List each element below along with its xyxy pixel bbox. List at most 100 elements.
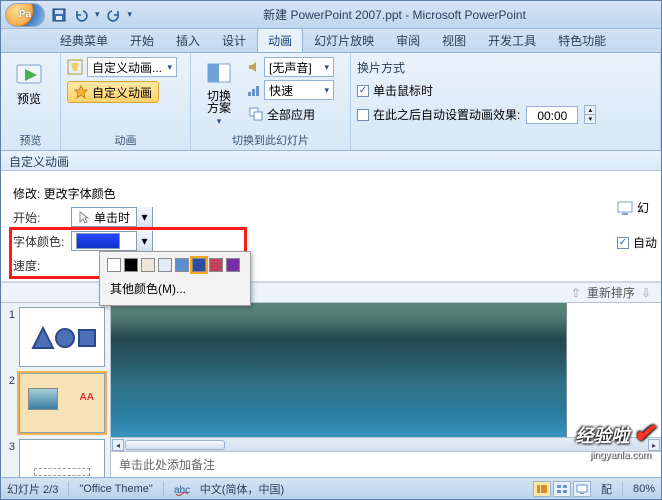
apply-all-icon xyxy=(249,107,263,121)
slideshow-icon xyxy=(617,201,633,215)
chevron-down-icon: ▾ xyxy=(167,62,172,73)
anim-settings-panel: 修改: 更改字体颜色 开始: 单击时 ▾ 字体颜色: xyxy=(1,171,661,282)
scroll-thumb[interactable] xyxy=(125,440,225,450)
thumbnail-3[interactable]: 3 xyxy=(5,439,106,477)
more-colors-label: 其他颜色(M)... xyxy=(110,282,186,296)
on-click-checkbox[interactable]: ✓ 单击鼠标时 xyxy=(357,82,433,99)
advance-heading: 换片方式 xyxy=(357,59,405,76)
tab-home[interactable]: 开始 xyxy=(119,28,165,52)
custom-anim-combo-text: 自定义动画... xyxy=(92,59,162,76)
anim-icon xyxy=(67,59,83,75)
horizontal-scrollbar[interactable]: ◂ ▸ xyxy=(111,437,661,451)
color-swatch-darkblue[interactable] xyxy=(192,258,206,272)
modify-label: 修改: 更改字体颜色 xyxy=(13,185,116,202)
tab-slideshow[interactable]: 幻灯片放映 xyxy=(303,28,385,52)
color-swatch-lightblue[interactable] xyxy=(158,258,172,272)
more-colors-item[interactable]: 其他颜色(M)... xyxy=(104,276,246,301)
notes-pane[interactable]: 单击此处添加备注 xyxy=(111,451,661,477)
speed-label: 速度: xyxy=(13,257,65,274)
chevron-down-icon: ▾ xyxy=(324,62,329,73)
transition-label: 切换 方案 xyxy=(207,90,231,114)
slideshow-label: 幻 xyxy=(637,199,649,216)
after-label: 在此之后自动设置动画效果: xyxy=(373,106,520,123)
apply-all-label: 全部应用 xyxy=(267,106,315,123)
custom-anim-pane-header: 自定义动画 xyxy=(1,151,661,171)
preview-button[interactable]: 预览 xyxy=(7,57,51,110)
chevron-down-icon: ▾ xyxy=(217,116,222,127)
save-icon[interactable] xyxy=(51,7,67,23)
notes-placeholder: 单击此处添加备注 xyxy=(119,458,215,472)
slide-image xyxy=(111,303,567,437)
tab-insert[interactable]: 插入 xyxy=(165,28,211,52)
start-value: 单击时 xyxy=(94,209,130,226)
speed-combo[interactable]: 快速 ▾ xyxy=(264,80,334,100)
slideshow-view-button[interactable] xyxy=(573,481,591,497)
slide-thumbnails: 1 2 AA xyxy=(1,303,111,477)
theme-name: "Office Theme" xyxy=(79,483,152,495)
start-dropdown[interactable]: 单击时 ▾ xyxy=(71,207,153,227)
color-swatch-white[interactable] xyxy=(107,258,121,272)
start-label: 开始: xyxy=(13,209,65,226)
spellcheck-icon[interactable]: abc xyxy=(174,482,190,496)
spin-up-icon[interactable]: ▴ xyxy=(584,105,596,115)
tab-review[interactable]: 审阅 xyxy=(385,28,431,52)
window-title: 新建 PowerPoint 2007.ppt - Microsoft Power… xyxy=(132,6,657,23)
mouse-icon xyxy=(78,210,90,224)
color-swatch-purple[interactable] xyxy=(226,258,240,272)
zoom-level[interactable]: 80% xyxy=(633,483,655,495)
speed-value: 快速 xyxy=(269,82,293,99)
tab-animations[interactable]: 动画 xyxy=(257,28,303,52)
font-color-label: 字体颜色: xyxy=(13,233,65,250)
tab-features[interactable]: 特色功能 xyxy=(547,28,617,52)
sound-icon xyxy=(247,60,261,74)
custom-anim-combo[interactable]: 自定义动画... ▾ xyxy=(87,57,177,77)
arrow-up-icon[interactable]: ⇧ xyxy=(571,286,581,300)
font-color-dropdown[interactable]: ▾ xyxy=(71,231,153,251)
group-preview: 预览 xyxy=(7,131,54,150)
color-swatch-red[interactable] xyxy=(209,258,223,272)
undo-more-icon[interactable]: ▾ xyxy=(95,9,100,20)
thumbnail-1[interactable]: 1 xyxy=(5,307,106,367)
star-icon xyxy=(74,85,88,99)
transition-scheme-button[interactable]: 切换 方案 ▾ xyxy=(197,57,241,130)
sound-value: [无声音] xyxy=(269,59,312,76)
chevron-down-icon[interactable]: ▾ xyxy=(136,231,152,251)
group-transition: 切换到此幻灯片 xyxy=(197,131,344,150)
scroll-left-icon[interactable]: ◂ xyxy=(112,439,124,451)
tab-design[interactable]: 设计 xyxy=(211,28,257,52)
undo-icon[interactable] xyxy=(73,7,89,23)
slide-indicator: 幻灯片 2/3 xyxy=(7,481,58,497)
apply-all-button[interactable]: 全部应用 xyxy=(247,103,334,125)
scroll-right-icon[interactable]: ▸ xyxy=(648,439,660,451)
time-input[interactable]: 00:00 xyxy=(526,106,578,124)
ribbon: 预览 预览 自定义动画... ▾ xyxy=(1,53,661,151)
slideshow-button[interactable]: 幻 xyxy=(617,199,649,216)
tab-classic[interactable]: 经典菜单 xyxy=(49,28,119,52)
chevron-down-icon[interactable]: ▾ xyxy=(136,207,152,227)
group-anim: 动画 xyxy=(67,131,184,150)
color-swatch-blue[interactable] xyxy=(175,258,189,272)
thumbnail-2[interactable]: 2 AA xyxy=(5,373,106,433)
autoplay-checkbox[interactable]: ✓ 自动 xyxy=(617,234,657,251)
sound-combo[interactable]: [无声音] ▾ xyxy=(264,57,334,77)
custom-anim-label: 自定义动画 xyxy=(92,84,152,101)
tab-view[interactable]: 视图 xyxy=(431,28,477,52)
arrow-down-icon[interactable]: ⇩ xyxy=(641,286,651,300)
slide-canvas[interactable] xyxy=(111,303,661,437)
spin-down-icon[interactable]: ▾ xyxy=(584,115,596,124)
color-swatch-tan[interactable] xyxy=(141,258,155,272)
status-bar: 幻灯片 2/3 "Office Theme" abc 中文(简体，中国) 配 8… xyxy=(1,477,661,499)
tab-developer[interactable]: 开发工具 xyxy=(477,28,547,52)
color-swatch-black[interactable] xyxy=(124,258,138,272)
chevron-down-icon: ▾ xyxy=(324,85,329,96)
sorter-view-button[interactable] xyxy=(553,481,571,497)
language-indicator[interactable]: 中文(简体，中国) xyxy=(200,481,284,497)
normal-view-button[interactable] xyxy=(533,481,551,497)
custom-anim-button[interactable]: 自定义动画 xyxy=(67,81,159,103)
office-button[interactable]: Pa xyxy=(5,3,45,27)
redo-icon[interactable] xyxy=(106,7,122,23)
checkbox-icon xyxy=(357,109,369,121)
after-checkbox[interactable]: 在此之后自动设置动画效果: xyxy=(357,106,520,123)
checkbox-checked-icon: ✓ xyxy=(617,237,629,249)
autoplay-label: 自动 xyxy=(633,234,657,251)
